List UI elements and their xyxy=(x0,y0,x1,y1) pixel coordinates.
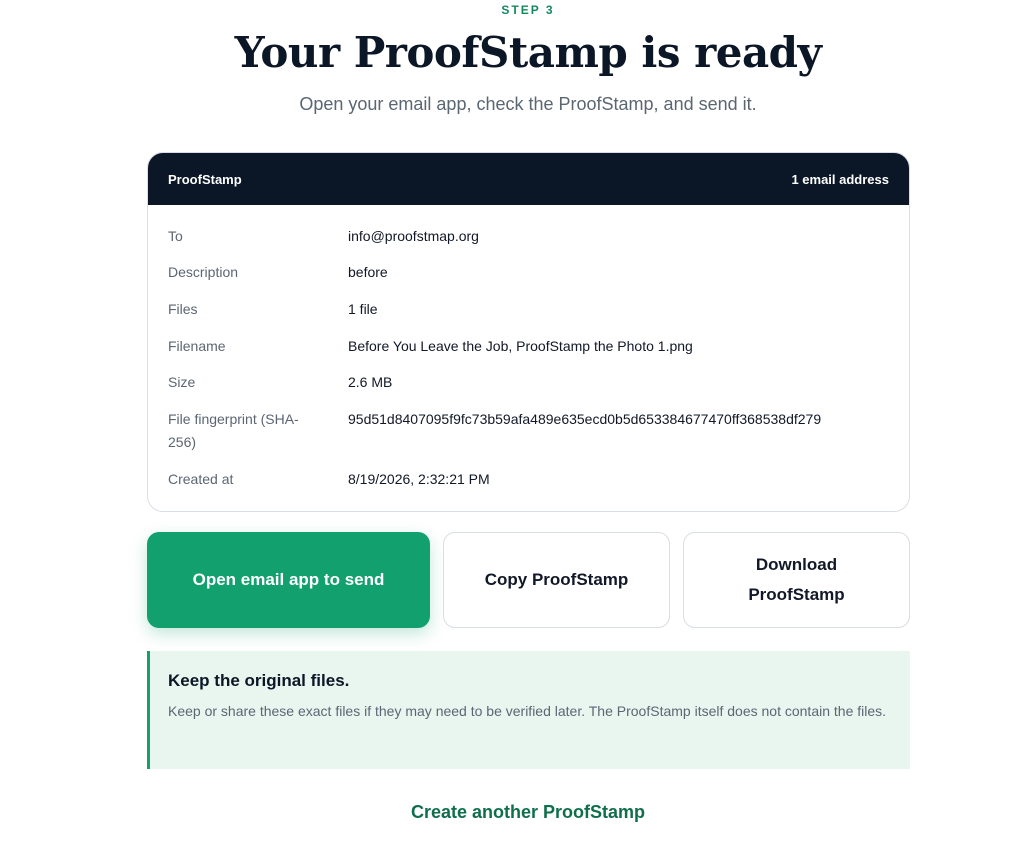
detail-label: Size xyxy=(168,374,196,390)
detail-label: Description xyxy=(168,264,239,280)
notice-body: Keep or share these exact files if they … xyxy=(168,703,887,719)
page-subtitle: Open your email app, check the ProofStam… xyxy=(299,94,757,114)
recipient-count: 1 email address xyxy=(791,171,889,187)
detail-label: To xyxy=(168,228,183,244)
step-label: STEP 3 xyxy=(501,3,555,17)
open-email-app-button[interactable]: Open email app to send xyxy=(147,532,430,628)
page: STEP 3 Your ProofStamp is ready Open you… xyxy=(0,0,1024,860)
detail-label: Created at xyxy=(168,471,234,487)
detail-label: File fingerprint (SHA-256) xyxy=(168,411,299,450)
detail-label: Files xyxy=(168,301,198,317)
detail-value: 2.6 MB xyxy=(348,374,393,390)
detail-value: 95d51d8407095f9fc73b59afa489e635ecd0b5d6… xyxy=(348,411,822,427)
detail-value: before xyxy=(348,264,388,280)
detail-value: info@proofstmap.org xyxy=(348,228,479,244)
download-proofstamp-button[interactable]: Download ProofStamp xyxy=(683,532,910,628)
detail-value: Before You Leave the Job, ProofStamp the… xyxy=(348,338,693,354)
keep-files-notice: Keep the original files. Keep or share t… xyxy=(147,651,910,769)
copy-proofstamp-button[interactable]: Copy ProofStamp xyxy=(443,532,670,628)
card-header: ProofStamp 1 email address xyxy=(148,153,909,205)
notice-title: Keep the original files. xyxy=(168,671,350,690)
page-title: Your ProofStamp is ready xyxy=(234,28,822,77)
create-another-link[interactable]: Create another ProofStamp xyxy=(0,802,1024,823)
card-title: ProofStamp xyxy=(168,171,242,187)
detail-label: Filename xyxy=(168,338,226,354)
proofstamp-summary-card: ProofStamp 1 email address To info@proof… xyxy=(147,152,910,512)
detail-value: 1 file xyxy=(348,301,378,317)
detail-value: 8/19/2026, 2:32:21 PM xyxy=(348,471,490,487)
